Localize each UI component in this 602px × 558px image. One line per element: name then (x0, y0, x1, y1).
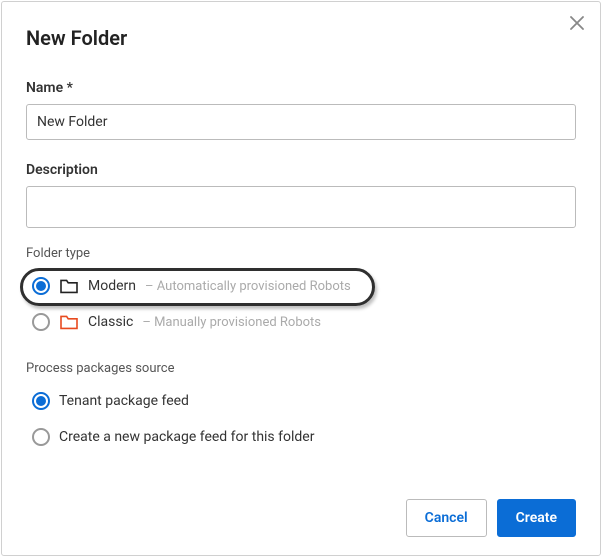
description-label: Description (26, 162, 576, 178)
name-label: Name * (26, 80, 576, 96)
option-hint: – Automatically provisioned Robots (145, 279, 351, 294)
name-input[interactable] (26, 104, 576, 140)
radio-icon (32, 428, 50, 446)
folder-type-label: Folder type (26, 246, 576, 261)
option-hint: – Manually provisioned Robots (142, 315, 321, 330)
option-label: Modern (88, 278, 136, 294)
option-label: Tenant package feed (59, 393, 189, 409)
radio-icon (32, 392, 50, 410)
option-label: Create a new package feed for this folde… (59, 429, 314, 445)
folder-type-option-modern[interactable]: Modern – Automatically provisioned Robot… (26, 273, 576, 299)
create-button[interactable]: Create (497, 499, 576, 537)
radio-icon (32, 313, 50, 331)
new-folder-dialog: New Folder Name * Description Folder typ… (1, 1, 601, 556)
folder-icon (59, 278, 79, 294)
radio-icon (32, 277, 50, 295)
packages-option-tenant[interactable]: Tenant package feed (26, 388, 576, 414)
dialog-footer: Cancel Create (406, 499, 576, 537)
dialog-title: New Folder (26, 26, 576, 50)
packages-option-new-feed[interactable]: Create a new package feed for this folde… (26, 424, 576, 450)
option-label: Classic (88, 314, 133, 330)
description-input[interactable] (26, 186, 576, 228)
close-icon[interactable] (570, 16, 584, 34)
packages-source-label: Process packages source (26, 361, 576, 376)
folder-type-option-classic[interactable]: Classic – Manually provisioned Robots (26, 309, 576, 335)
folder-icon (59, 314, 79, 330)
cancel-button[interactable]: Cancel (406, 499, 487, 537)
